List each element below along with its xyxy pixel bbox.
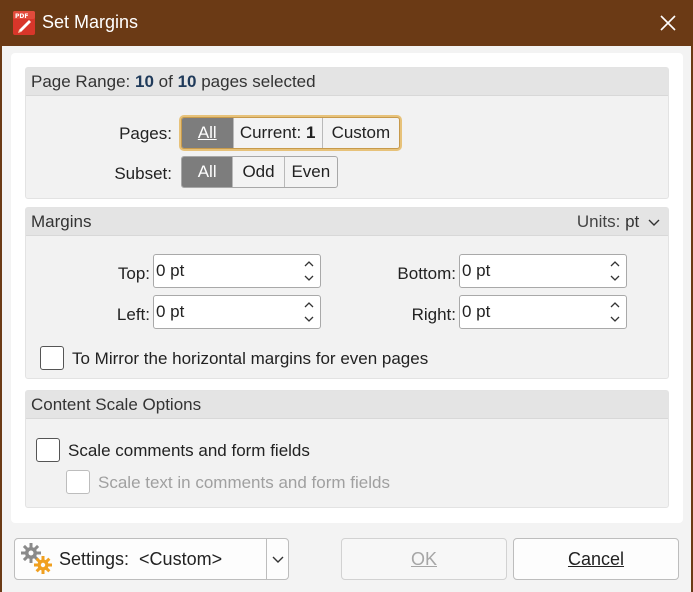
chevron-down-icon <box>610 316 620 322</box>
left-margin-input[interactable] <box>156 298 296 326</box>
right-label: Right: <box>411 305 456 324</box>
margins-header: Margins Units: pt <box>26 208 668 236</box>
page-range-group: Page Range: 10 of 10 pages selected Page… <box>25 67 669 199</box>
pages-custom-option[interactable]: Custom <box>323 118 399 148</box>
settings-value: <Custom> <box>139 548 223 569</box>
bottom-margin-spinner <box>459 254 627 288</box>
subset-even-option[interactable]: Even <box>285 157 337 187</box>
bottom-margin-up-arrow[interactable] <box>608 257 622 270</box>
mirror-margins-checkbox[interactable] <box>40 346 64 370</box>
chevron-up-icon <box>304 261 314 267</box>
bottom-margin-input[interactable] <box>462 257 602 285</box>
pages-segmented-control: All Current: 1 Custom <box>181 117 400 149</box>
subset-label: Subset: <box>114 164 172 183</box>
title-bar: PDF Set Margins <box>0 0 693 46</box>
bottom-margin-down-arrow[interactable] <box>608 272 622 285</box>
close-icon <box>660 15 676 31</box>
dialog-body: Page Range: 10 of 10 pages selected Page… <box>2 46 691 592</box>
left-margin-up-arrow[interactable] <box>302 298 316 311</box>
left-label: Left: <box>116 305 150 324</box>
chevron-down-icon <box>304 275 314 281</box>
close-button[interactable] <box>651 6 685 40</box>
page-range-header: Page Range: 10 of 10 pages selected <box>26 68 668 96</box>
mirror-margins-label: To Mirror the horizontal margins for eve… <box>72 349 429 368</box>
top-margin-spinner <box>153 254 321 288</box>
selected-count: 10 <box>134 72 154 91</box>
left-margin-spinner <box>153 295 321 329</box>
scale-text-label: Scale text in comments and form fields <box>98 473 390 492</box>
content-scale-header: Content Scale Options <box>26 391 668 419</box>
scale-comments-checkbox[interactable] <box>36 438 60 462</box>
left-margin-down-arrow[interactable] <box>302 313 316 326</box>
units-value: pt <box>625 212 640 231</box>
margins-group: Margins Units: pt Top: Bottom: <box>25 207 669 379</box>
top-margin-input[interactable] <box>156 257 296 285</box>
ok-button[interactable]: OK <box>341 538 507 580</box>
chevron-up-icon <box>610 302 620 308</box>
scale-comments-label: Scale comments and form fields <box>68 441 310 460</box>
svg-text:PDF: PDF <box>15 13 28 20</box>
cancel-button[interactable]: Cancel <box>513 538 679 580</box>
top-margin-up-arrow[interactable] <box>302 257 316 270</box>
pdf-app-icon: PDF <box>12 10 38 36</box>
chevron-down-icon <box>272 556 283 563</box>
content-scale-group: Content Scale Options Scale comments and… <box>25 390 669 508</box>
chevron-down-icon <box>304 316 314 322</box>
subset-segmented-control: All Odd Even <box>181 156 338 188</box>
set-margins-dialog: PDF Set Margins Page Range: 10 of 10 pag… <box>0 0 693 592</box>
settings-dropdown-arrow[interactable] <box>266 539 288 579</box>
chevron-up-icon <box>304 302 314 308</box>
window-title: Set Margins <box>42 12 139 32</box>
pages-current-option[interactable]: Current: 1 <box>234 118 323 148</box>
chevron-down-icon <box>648 219 660 226</box>
units-dropdown[interactable]: Units: pt <box>577 208 660 236</box>
total-count: 10 <box>177 72 197 91</box>
right-margin-down-arrow[interactable] <box>608 313 622 326</box>
subset-all-option[interactable]: All <box>182 157 234 187</box>
chevron-down-icon <box>610 275 620 281</box>
scale-text-checkbox[interactable] <box>66 470 90 494</box>
settings-dropdown-button: Settings: <Custom> <box>14 538 289 580</box>
pages-label: Pages: <box>119 124 172 143</box>
gears-icon <box>21 543 52 574</box>
right-margin-spinner <box>459 295 627 329</box>
subset-odd-option[interactable]: Odd <box>233 157 285 187</box>
right-margin-input[interactable] <box>462 298 602 326</box>
content-panel: Page Range: 10 of 10 pages selected Page… <box>11 53 683 523</box>
chevron-up-icon <box>610 261 620 267</box>
right-margin-up-arrow[interactable] <box>608 298 622 311</box>
bottom-label: Bottom: <box>397 264 456 283</box>
top-margin-down-arrow[interactable] <box>302 272 316 285</box>
settings-button[interactable]: Settings: <Custom> <box>15 539 266 579</box>
pages-all-option[interactable]: All <box>182 118 234 148</box>
top-label: Top: <box>117 264 150 283</box>
settings-label: Settings: <box>59 548 130 569</box>
